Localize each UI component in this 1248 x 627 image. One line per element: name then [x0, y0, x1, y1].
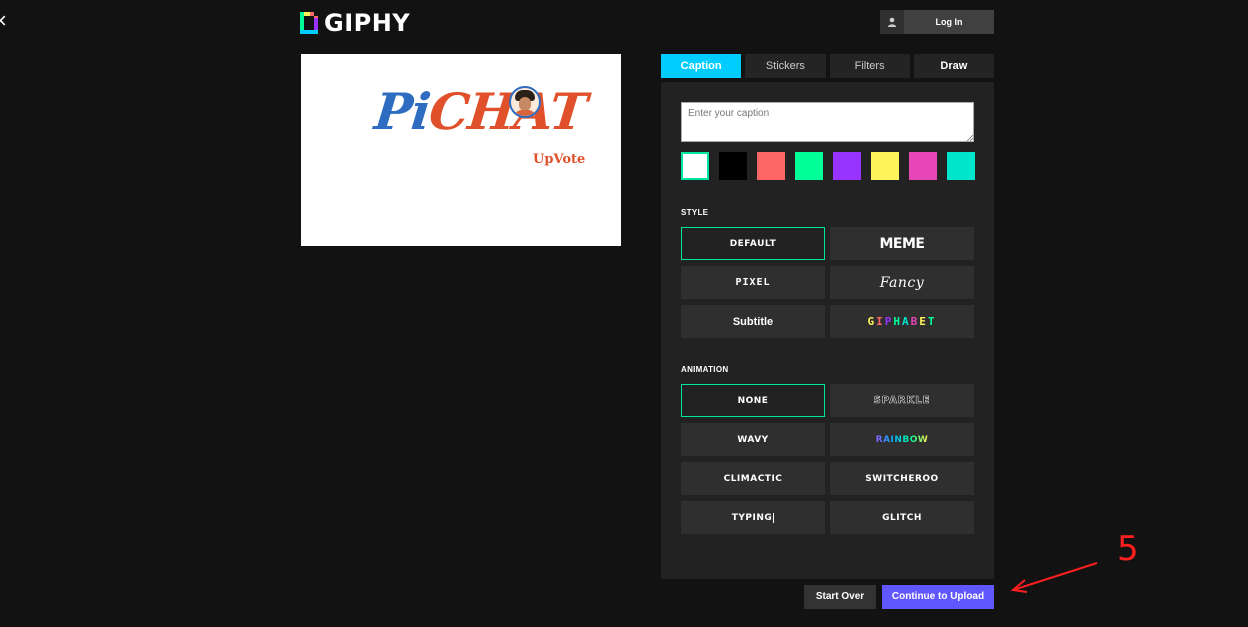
- arrow-icon: [1010, 562, 1098, 593]
- style-fancy-button[interactable]: Fancy: [830, 266, 974, 299]
- tab-draw[interactable]: Draw: [913, 54, 994, 78]
- step-number: 5: [1117, 530, 1139, 569]
- style-subtitle-button[interactable]: Subtitle: [681, 305, 825, 338]
- rainbow-label: RAINBOW: [875, 434, 929, 445]
- animation-typing-button[interactable]: TYPING: [681, 501, 825, 534]
- close-icon[interactable]: ×: [0, 10, 8, 32]
- animation-sparkle-button[interactable]: SPARKLE: [830, 384, 974, 417]
- gif-preview: PiCHAT UpVote: [301, 54, 621, 246]
- animation-switcheroo-button[interactable]: SWITCHEROO: [830, 462, 974, 495]
- animation-climactic-button[interactable]: CLIMACTIC: [681, 462, 825, 495]
- giphy-logo[interactable]: GIPHY: [300, 9, 411, 37]
- swatch-green[interactable]: [795, 152, 823, 180]
- preview-title-part1: Pi: [371, 82, 433, 141]
- tab-stickers[interactable]: Stickers: [745, 54, 826, 78]
- resize-grip-icon[interactable]: [966, 134, 973, 141]
- color-swatches: [681, 152, 975, 180]
- step-annotation: 5: [1010, 530, 1139, 593]
- login-button[interactable]: Log In: [880, 10, 994, 34]
- swatch-pink[interactable]: [909, 152, 937, 180]
- typing-label: TYPING: [731, 512, 773, 523]
- swatch-teal[interactable]: [947, 152, 975, 180]
- animation-heading: ANIMATION: [681, 365, 729, 374]
- preview-title-part2: CHAT: [426, 82, 590, 141]
- continue-to-upload-button[interactable]: Continue to Upload: [882, 585, 994, 609]
- tab-caption[interactable]: Caption: [661, 54, 742, 78]
- style-giphabet-button[interactable]: GIPHABET: [830, 305, 974, 338]
- editor-tabs: Caption Stickers Filters Draw: [661, 54, 994, 78]
- swatch-red[interactable]: [757, 152, 785, 180]
- caption-input[interactable]: [681, 102, 974, 142]
- style-heading: STYLE: [681, 208, 709, 217]
- login-label: Log In: [935, 17, 963, 27]
- start-over-button[interactable]: Start Over: [804, 585, 876, 609]
- preview-logo-text: PiCHAT: [372, 82, 589, 141]
- animation-none-button[interactable]: NONE: [681, 384, 825, 417]
- swatch-black[interactable]: [719, 152, 747, 180]
- caption-panel: STYLE DEFAULT MEME PIXEL Fancy Subtitle …: [661, 82, 994, 579]
- logo-text: GIPHY: [324, 9, 411, 37]
- swatch-purple[interactable]: [833, 152, 861, 180]
- giphy-logo-icon: [300, 12, 318, 34]
- giphabet-label: GIPHABET: [867, 315, 937, 328]
- style-meme-button[interactable]: MEME: [830, 227, 974, 260]
- animation-rainbow-button[interactable]: RAINBOW: [830, 423, 974, 456]
- user-icon: [880, 10, 904, 34]
- animation-glitch-button[interactable]: GLITCH: [830, 501, 974, 534]
- style-pixel-button[interactable]: PIXEL: [681, 266, 825, 299]
- animation-wavy-button[interactable]: WAVY: [681, 423, 825, 456]
- text-cursor-icon: [773, 512, 775, 523]
- swatch-yellow[interactable]: [871, 152, 899, 180]
- style-default-button[interactable]: DEFAULT: [681, 227, 825, 260]
- swatch-white[interactable]: [681, 152, 709, 180]
- tab-filters[interactable]: Filters: [829, 54, 910, 78]
- preview-subtitle: UpVote: [533, 152, 586, 167]
- preview-avatar: [509, 86, 541, 118]
